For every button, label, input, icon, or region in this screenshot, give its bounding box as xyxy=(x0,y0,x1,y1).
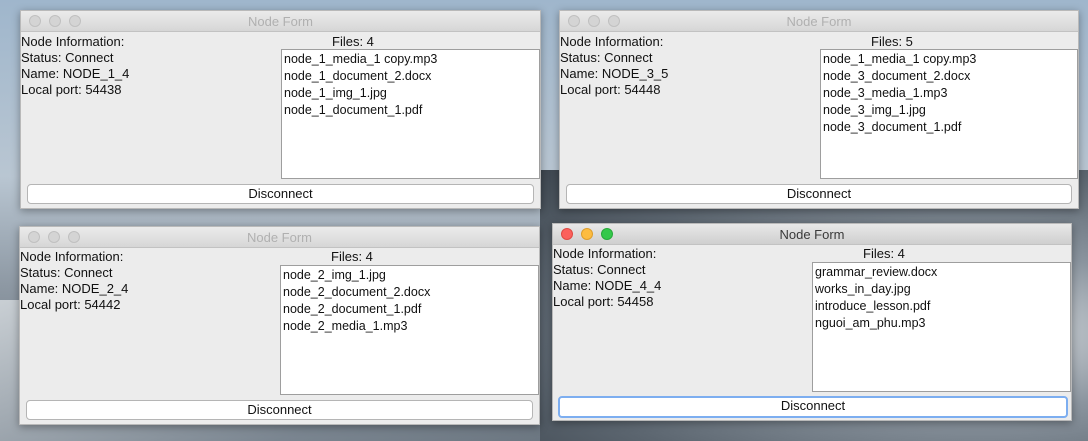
node-info-label: Node Information: xyxy=(560,34,664,49)
node-name-text: Name: NODE_1_4 xyxy=(21,66,130,81)
window-titlebar[interactable]: Node Form xyxy=(20,227,539,248)
local-port-text: Local port: 54442 xyxy=(20,297,121,312)
node-form-window-4[interactable]: Node Form Node Information: Status: Conn… xyxy=(552,223,1072,421)
node-form-window-2[interactable]: Node Form Node Information: Status: Conn… xyxy=(559,10,1079,209)
status-text: Status: Connect xyxy=(20,265,113,280)
local-port-text: Local port: 54458 xyxy=(553,294,654,309)
local-port-text: Local port: 54438 xyxy=(21,82,122,97)
files-count-label: Files: 4 xyxy=(863,246,905,261)
node-name-text: Name: NODE_3_5 xyxy=(560,66,669,81)
node-name-text: Name: NODE_4_4 xyxy=(553,278,662,293)
disconnect-button[interactable]: Disconnect xyxy=(27,184,534,204)
files-count-label: Files: 4 xyxy=(331,249,373,264)
file-list-item[interactable]: introduce_lesson.pdf xyxy=(815,298,1068,315)
node-info-label: Node Information: xyxy=(20,249,124,264)
disconnect-button[interactable]: Disconnect xyxy=(566,184,1072,204)
window-titlebar[interactable]: Node Form xyxy=(553,224,1071,245)
file-list-item[interactable]: node_1_document_1.pdf xyxy=(284,102,537,119)
file-list-item[interactable]: node_2_document_1.pdf xyxy=(283,301,536,318)
file-list-item[interactable]: node_3_document_1.pdf xyxy=(823,119,1075,136)
file-list-item[interactable]: grammar_review.docx xyxy=(815,264,1068,281)
node-form-window-3[interactable]: Node Form Node Information: Status: Conn… xyxy=(19,226,540,425)
file-list-item[interactable]: node_1_media_1 copy.mp3 xyxy=(284,51,537,68)
window-titlebar[interactable]: Node Form xyxy=(560,11,1078,32)
file-list-item[interactable]: node_1_media_1 copy.mp3 xyxy=(823,51,1075,68)
status-text: Status: Connect xyxy=(560,50,653,65)
file-list-item[interactable]: node_1_img_1.jpg xyxy=(284,85,537,102)
window-titlebar[interactable]: Node Form xyxy=(21,11,540,32)
file-list-item[interactable]: node_1_document_2.docx xyxy=(284,68,537,85)
file-list[interactable]: node_1_media_1 copy.mp3 node_1_document_… xyxy=(281,49,540,179)
file-list-item[interactable]: node_3_img_1.jpg xyxy=(823,102,1075,119)
file-list-item[interactable]: nguoi_am_phu.mp3 xyxy=(815,315,1068,332)
disconnect-button[interactable]: Disconnect xyxy=(558,396,1068,418)
node-name-text: Name: NODE_2_4 xyxy=(20,281,129,296)
file-list-item[interactable]: node_3_document_2.docx xyxy=(823,68,1075,85)
window-title: Node Form xyxy=(779,227,845,242)
window-title: Node Form xyxy=(786,14,852,29)
window-title: Node Form xyxy=(246,230,313,245)
window-title: Node Form xyxy=(247,14,314,29)
files-count-label: Files: 5 xyxy=(871,34,913,49)
file-list[interactable]: node_1_media_1 copy.mp3 node_3_document_… xyxy=(820,49,1078,179)
local-port-text: Local port: 54448 xyxy=(560,82,661,97)
file-list-item[interactable]: works_in_day.jpg xyxy=(815,281,1068,298)
node-info-label: Node Information: xyxy=(553,246,657,261)
disconnect-button[interactable]: Disconnect xyxy=(26,400,533,420)
node-info-label: Node Information: xyxy=(21,34,125,49)
status-text: Status: Connect xyxy=(553,262,646,277)
file-list-item[interactable]: node_2_media_1.mp3 xyxy=(283,318,536,335)
files-count-label: Files: 4 xyxy=(332,34,374,49)
file-list[interactable]: node_2_img_1.jpg node_2_document_2.docx … xyxy=(280,265,539,395)
node-form-window-1[interactable]: Node Form Node Information: Status: Conn… xyxy=(20,10,541,209)
file-list[interactable]: grammar_review.docx works_in_day.jpg int… xyxy=(812,262,1071,392)
file-list-item[interactable]: node_2_document_2.docx xyxy=(283,284,536,301)
file-list-item[interactable]: node_3_media_1.mp3 xyxy=(823,85,1075,102)
status-text: Status: Connect xyxy=(21,50,114,65)
file-list-item[interactable]: node_2_img_1.jpg xyxy=(283,267,536,284)
